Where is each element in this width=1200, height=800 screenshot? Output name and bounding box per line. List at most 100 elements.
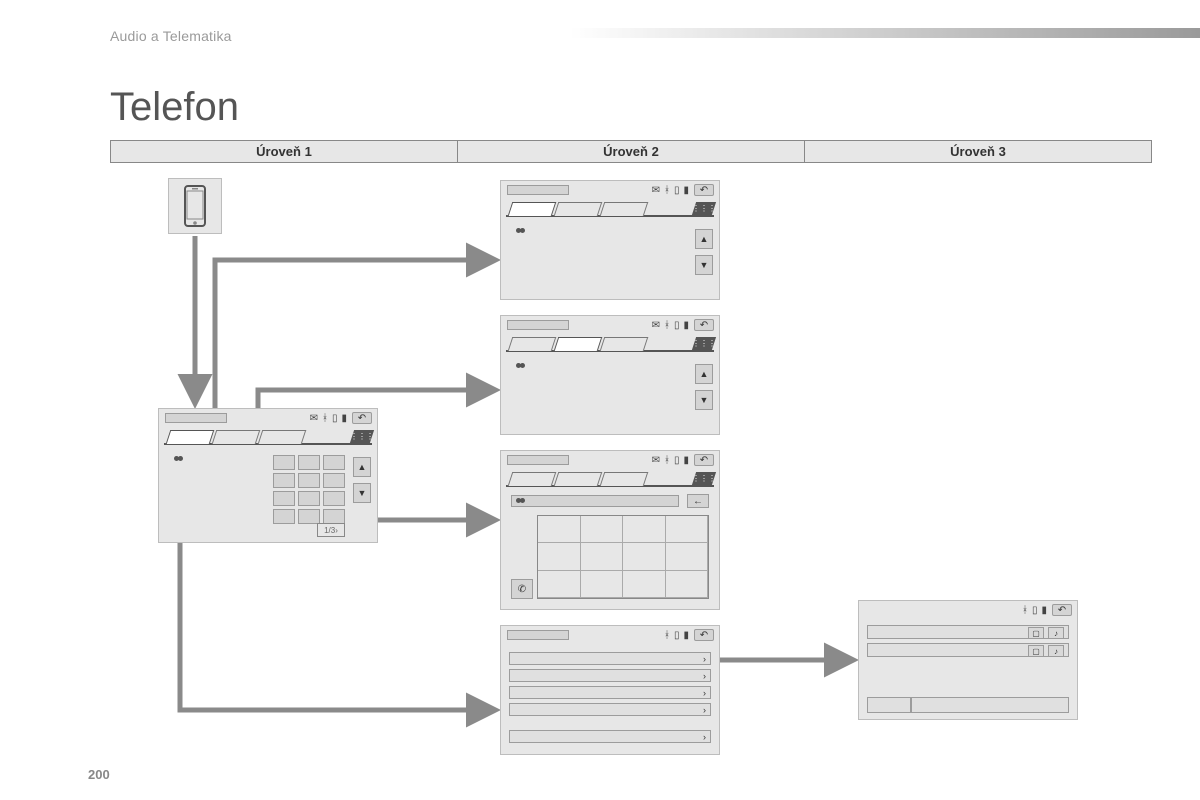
key[interactable] [298,455,320,470]
key[interactable] [323,509,345,524]
battery-icon: ▮ [683,630,689,641]
bluetooth-icon: ᚼ [664,185,670,196]
keypad-tab[interactable]: ⋮⋮⋮ [692,337,716,350]
back-button[interactable]: ↶ [1052,604,1072,616]
key[interactable] [581,571,624,598]
key[interactable] [323,473,345,488]
bottom-action-bar [867,697,1069,713]
arrow-up-icon: ▲ [700,369,709,379]
key[interactable] [581,543,624,570]
key[interactable] [666,571,709,598]
grid-icon: ⋮⋮⋮ [692,339,716,348]
tab-1[interactable] [508,472,557,486]
back-button[interactable]: ↶ [352,412,372,424]
voicemail-icon [516,498,526,504]
tab-3[interactable] [258,430,307,444]
key[interactable] [666,516,709,543]
key[interactable] [273,473,295,488]
back-button[interactable]: ↶ [694,454,714,466]
level2-keypad-screen: ✉ ᚼ ▯ ▮ ↶ ⋮⋮⋮ ← ✆ [500,450,720,610]
key[interactable] [623,571,666,598]
bottom-action-1[interactable] [867,697,911,713]
key[interactable] [298,473,320,488]
tab-1[interactable] [508,337,557,351]
back-button[interactable]: ↶ [694,184,714,196]
level-3-header: Úroveň 3 [805,141,1151,162]
scroll-down-button[interactable]: ▼ [695,390,713,410]
back-button[interactable]: ↶ [694,629,714,641]
tab-3[interactable] [600,337,649,351]
key[interactable] [273,455,295,470]
tab-2[interactable] [554,337,603,351]
level-1-header: Úroveň 1 [111,141,458,162]
back-button[interactable]: ↶ [694,319,714,331]
back-icon: ↶ [358,413,366,424]
voicemail-icon [516,228,526,234]
voicemail-icon [516,363,526,369]
settings-row[interactable]: › [509,669,711,682]
key[interactable] [298,491,320,506]
screen-title-chip [507,185,569,195]
tab-2[interactable] [212,430,261,444]
chevron-icon: › [703,671,706,681]
bluetooth-icon: ᚼ [664,630,670,641]
backspace-button[interactable]: ← [687,494,709,508]
settings-row[interactable]: › [509,730,711,743]
header-gradient [570,28,1200,38]
key[interactable] [538,516,581,543]
key[interactable] [666,543,709,570]
device-phone-toggle[interactable]: ▢ [1028,645,1044,657]
settings-row[interactable]: › [509,686,711,699]
keypad-tab[interactable]: ⋮⋮⋮ [350,430,374,443]
device-audio-toggle[interactable]: ♪ [1048,645,1064,657]
device-row[interactable]: ▢ ♪ [867,643,1069,657]
square-icon: ▢ [1032,629,1040,638]
key[interactable] [538,543,581,570]
key[interactable] [623,543,666,570]
device-icon: ▯ [332,413,338,424]
call-button[interactable]: ✆ [511,579,533,599]
settings-row[interactable]: › [509,652,711,665]
key[interactable] [323,491,345,506]
key[interactable] [323,455,345,470]
screen-title-chip [507,630,569,640]
tab-3[interactable] [600,202,649,216]
scroll-down-button[interactable]: ▼ [695,255,713,275]
key[interactable] [581,516,624,543]
key[interactable] [273,509,295,524]
tab-3[interactable] [600,472,649,486]
key[interactable] [273,491,295,506]
key[interactable] [298,509,320,524]
grid-icon: ⋮⋮⋮ [350,432,374,441]
phone-app-tile[interactable] [168,178,222,234]
battery-icon: ▮ [683,185,689,196]
level1-phone-menu-screen: ✉ ᚼ ▯ ▮ ↶ ⋮⋮⋮ ▲ ▼ [158,408,378,543]
tab-2[interactable] [554,472,603,486]
keypad-tab[interactable]: ⋮⋮⋮ [692,202,716,215]
tab-1[interactable] [166,430,215,444]
scroll-down-button[interactable]: ▼ [353,483,371,503]
key[interactable] [623,516,666,543]
back-icon: ↶ [700,185,708,196]
call-icon: ✆ [518,584,526,595]
device-row[interactable]: ▢ ♪ [867,625,1069,639]
device-phone-toggle[interactable]: ▢ [1028,627,1044,639]
section-label: Audio a Telematika [110,28,232,44]
scroll-up-button[interactable]: ▲ [353,457,371,477]
note-icon: ♪ [1054,647,1058,656]
dial-input[interactable] [511,495,679,507]
tab-1[interactable] [508,202,557,216]
level-header-row: Úroveň 1 Úroveň 2 Úroveň 3 [110,140,1152,163]
settings-row[interactable]: › [509,703,711,716]
device-audio-toggle[interactable]: ♪ [1048,627,1064,639]
keypad-tab[interactable]: ⋮⋮⋮ [692,472,716,485]
key[interactable] [538,571,581,598]
scroll-up-button[interactable]: ▲ [695,229,713,249]
device-icon: ▯ [674,455,680,466]
bottom-action-2[interactable] [911,697,1069,713]
tab-2[interactable] [554,202,603,216]
tab-row: ⋮⋮⋮ [506,473,714,487]
scroll-up-button[interactable]: ▲ [695,364,713,384]
page-indicator[interactable]: 1/3› [317,523,345,537]
chevron-icon: › [703,705,706,715]
